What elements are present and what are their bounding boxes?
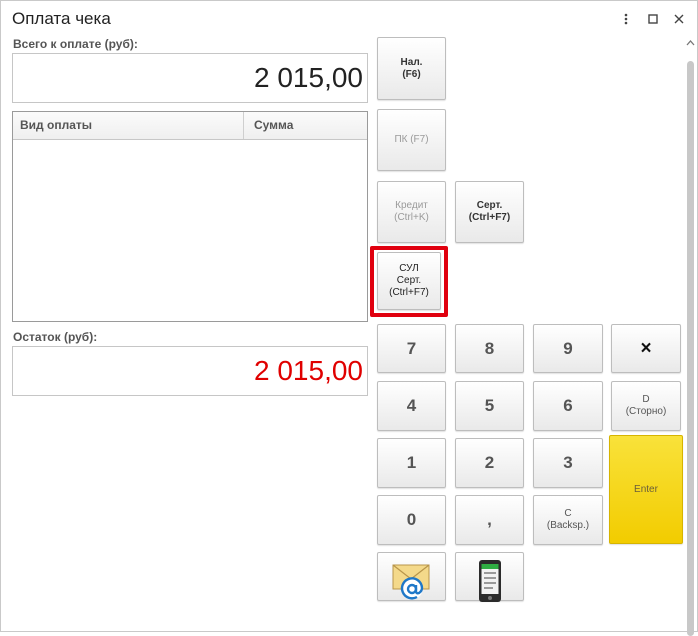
email-receipt-button[interactable] <box>377 552 446 601</box>
key-comma[interactable]: , <box>455 495 524 545</box>
email-at-icon <box>390 549 434 605</box>
remaining-amount-field: 2 015,00 <box>12 346 368 396</box>
card-button[interactable]: ПК (F7) <box>377 109 446 171</box>
key-4[interactable]: 4 <box>377 381 446 431</box>
enter-button[interactable]: Enter <box>609 435 683 544</box>
credit-button[interactable]: Кредит (Ctrl+K) <box>377 181 446 243</box>
key-1[interactable]: 1 <box>377 438 446 488</box>
key-7[interactable]: 7 <box>377 324 446 373</box>
vertical-scrollbar[interactable] <box>685 37 696 636</box>
scroll-thumb[interactable] <box>687 61 694 636</box>
total-label: Всего к оплате (руб): <box>13 37 138 51</box>
close-icon[interactable] <box>668 9 690 29</box>
key-2[interactable]: 2 <box>455 438 524 488</box>
more-vertical-icon[interactable] <box>615 9 637 29</box>
certificate-button[interactable]: Серт. (Ctrl+F7) <box>455 181 524 243</box>
scroll-up-icon[interactable] <box>686 39 695 47</box>
table-header: Вид оплаты Сумма <box>13 112 367 140</box>
key-5[interactable]: 5 <box>455 381 524 431</box>
payment-window: Оплата чека Всего к оплате (руб): 2 015,… <box>0 0 698 636</box>
mobile-phone-icon <box>477 547 503 607</box>
sms-receipt-button[interactable] <box>455 552 524 602</box>
key-0[interactable]: 0 <box>377 495 446 545</box>
storno-button[interactable]: D (Сторно) <box>611 381 681 431</box>
payments-table[interactable]: Вид оплаты Сумма <box>12 111 368 322</box>
window-title: Оплата чека <box>12 9 111 28</box>
total-amount-field: 2 015,00 <box>12 53 368 103</box>
column-amount[interactable]: Сумма <box>244 112 367 139</box>
selection-highlight <box>370 246 448 317</box>
remaining-label: Остаток (руб): <box>13 330 98 344</box>
key-9[interactable]: 9 <box>533 324 603 373</box>
key-8[interactable]: 8 <box>455 324 524 373</box>
cash-button[interactable]: Нал. (F6) <box>377 37 446 100</box>
column-payment-type[interactable]: Вид оплаты <box>13 112 244 139</box>
maximize-icon[interactable] <box>642 9 664 29</box>
backspace-button[interactable]: C (Backsp.) <box>533 495 603 545</box>
clear-button[interactable]: × <box>611 324 681 373</box>
key-3[interactable]: 3 <box>533 438 603 488</box>
key-6[interactable]: 6 <box>533 381 603 431</box>
